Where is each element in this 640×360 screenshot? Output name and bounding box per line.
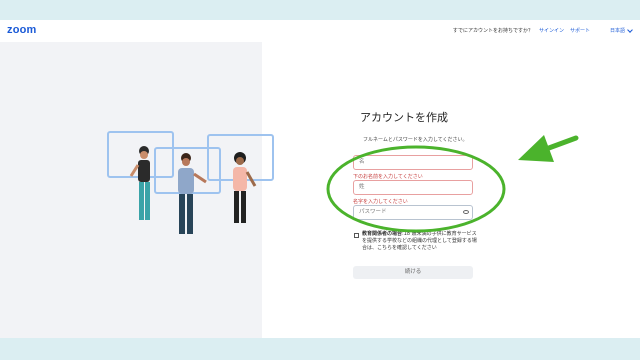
last-name-field[interactable]: 姓 (353, 180, 473, 195)
first-name-error: 下のお名前を入力してください (353, 174, 423, 180)
educator-checkbox[interactable] (354, 233, 359, 238)
consent-bold: 教育関係者の場合 (362, 231, 403, 237)
password-field[interactable]: パスワード (353, 205, 473, 220)
educator-consent-text: 教育関係者の場合:18 歳未満の子供に教育サービスを提供する学校などの組織の代理… (362, 231, 477, 252)
page: zoom すでにアカウントをお持ちですか？ サインイン サポート 日本語 (0, 20, 640, 338)
zoom-logo[interactable]: zoom (7, 24, 37, 36)
form-subtitle: フルネームとパスワードを入力してください。 (363, 137, 468, 143)
last-name-error: 名字を入力してください (353, 199, 408, 205)
people-illustration (107, 131, 274, 234)
language-selector[interactable]: 日本語 (609, 26, 633, 34)
language-label: 日本語 (609, 28, 625, 34)
continue-button[interactable]: 続ける (353, 266, 473, 279)
password-placeholder: パスワード (359, 209, 387, 215)
form-title: アカウントを作成 (360, 111, 448, 124)
person-1 (129, 146, 150, 220)
support-link[interactable]: サポート (570, 27, 590, 34)
first-name-field[interactable]: 名 (353, 155, 473, 170)
eye-icon[interactable] (463, 210, 469, 214)
signin-link[interactable]: サインイン (539, 27, 564, 34)
person-3 (233, 152, 257, 223)
account-question: すでにアカウントをお持ちですか？ (452, 28, 533, 34)
chevron-down-icon (627, 26, 633, 33)
top-bar: zoom すでにアカウントをお持ちですか？ サインイン サポート 日本語 (0, 20, 640, 42)
top-nav: すでにアカウントをお持ちですか？ サインイン サポート 日本語 (452, 26, 633, 34)
